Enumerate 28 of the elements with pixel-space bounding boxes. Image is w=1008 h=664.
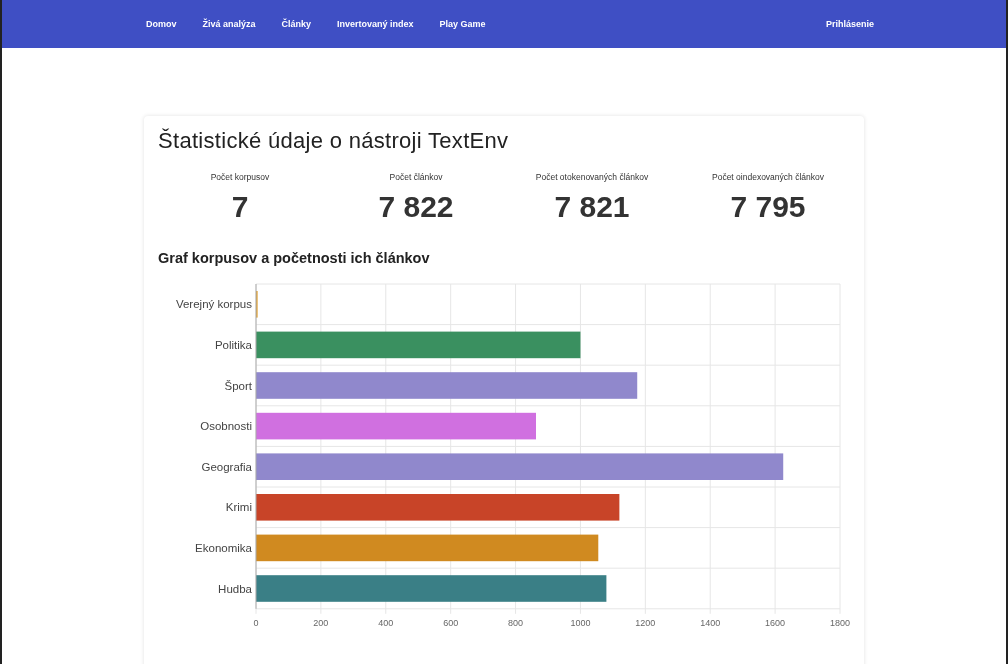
stat-label: Počet otokenovaných článkov <box>534 172 650 182</box>
axis-tick-label: 1600 <box>765 617 786 628</box>
axis-tick-label: 1200 <box>635 617 656 628</box>
axis-tick-label: 400 <box>378 617 394 628</box>
stat-value: 7 <box>230 190 250 224</box>
category-label: Ekonomika <box>195 541 252 554</box>
category-label: Politika <box>214 338 252 351</box>
category-label: Osobnosti <box>200 420 252 433</box>
category-label: Krimi <box>225 501 252 514</box>
stat-value: 7 795 <box>729 190 807 224</box>
page-title: Štatistické údaje o nástroji TextEnv <box>158 128 510 154</box>
category-label: Verejný korpus <box>175 298 252 311</box>
axis-tick-label: 600 <box>443 617 459 628</box>
axis-tick-label: 200 <box>313 617 329 628</box>
axis-tick-label: 800 <box>508 617 524 628</box>
category-label: Geografia <box>201 460 252 473</box>
axis-tick-label: 1400 <box>700 617 721 628</box>
stat-label: Počet oindexovaných článkov <box>711 172 825 182</box>
stat-label: Počet korpusov <box>209 172 271 182</box>
stat-value: 7 821 <box>553 190 631 224</box>
axis-tick-label: 1000 <box>570 617 591 628</box>
category-label: Šport <box>224 379 252 392</box>
category-label: Hudba <box>218 582 252 595</box>
axis-tick-label: 1800 <box>830 617 850 628</box>
stat-value: 7 822 <box>377 190 455 224</box>
axis-tick-label: 0 <box>253 617 259 628</box>
chart-title: Graf korpusov a početnosti ich článkov <box>158 250 431 266</box>
stat-label: Počet článkov <box>388 172 444 182</box>
